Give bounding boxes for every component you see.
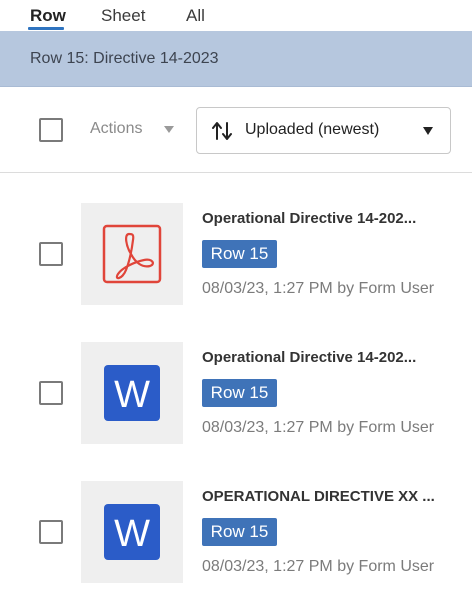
file-thumbnail[interactable]: W [81,342,183,444]
item-checkbox[interactable] [39,381,63,405]
sort-arrows-icon [212,122,232,140]
active-tab-indicator [28,27,64,30]
sort-dropdown[interactable]: Uploaded (newest) [196,107,451,154]
svg-text:W: W [114,374,150,416]
tab-sheet[interactable]: Sheet [101,6,145,26]
file-name[interactable]: Operational Directive 14-202... [202,210,416,227]
upload-meta: 08/03/23, 1:27 PM by Form User [202,419,435,436]
item-checkbox[interactable] [39,520,63,544]
row-context-banner: Row 15: Directive 14-2023 [0,31,472,87]
tab-bar: Row Sheet All [0,0,474,31]
list-item[interactable]: W Operational Directive 14-202... Row 15… [0,313,474,452]
file-name[interactable]: Operational Directive 14-202... [202,349,416,366]
list-item[interactable]: W OPERATIONAL DIRECTIVE XX ... Row 15 08… [0,452,474,590]
row-badge: Row 15 [202,379,277,407]
sort-dropdown-value: Uploaded (newest) [245,121,380,138]
upload-meta: 08/03/23, 1:27 PM by Form User [202,280,435,297]
upload-meta: 08/03/23, 1:27 PM by Form User [202,558,435,575]
word-icon: W [104,504,160,560]
row-context-label: Row 15: Directive 14-2023 [30,50,219,67]
pdf-icon [102,224,162,284]
actions-caret-icon[interactable] [164,126,174,133]
file-thumbnail[interactable] [81,203,183,305]
svg-text:W: W [114,513,150,555]
actions-menu-label[interactable]: Actions [90,120,142,138]
chevron-down-icon [423,127,433,135]
select-all-checkbox[interactable] [39,118,63,142]
tab-all[interactable]: All [186,6,205,26]
row-badge: Row 15 [202,240,277,268]
row-badge: Row 15 [202,518,277,546]
item-checkbox[interactable] [39,242,63,266]
word-icon: W [104,365,160,421]
tab-row[interactable]: Row [30,6,66,26]
list-item[interactable]: Operational Directive 14-202... Row 15 0… [0,174,474,313]
file-name[interactable]: OPERATIONAL DIRECTIVE XX ... [202,488,435,505]
attachments-toolbar: Actions Uploaded (newest) [0,87,472,173]
file-thumbnail[interactable]: W [81,481,183,583]
